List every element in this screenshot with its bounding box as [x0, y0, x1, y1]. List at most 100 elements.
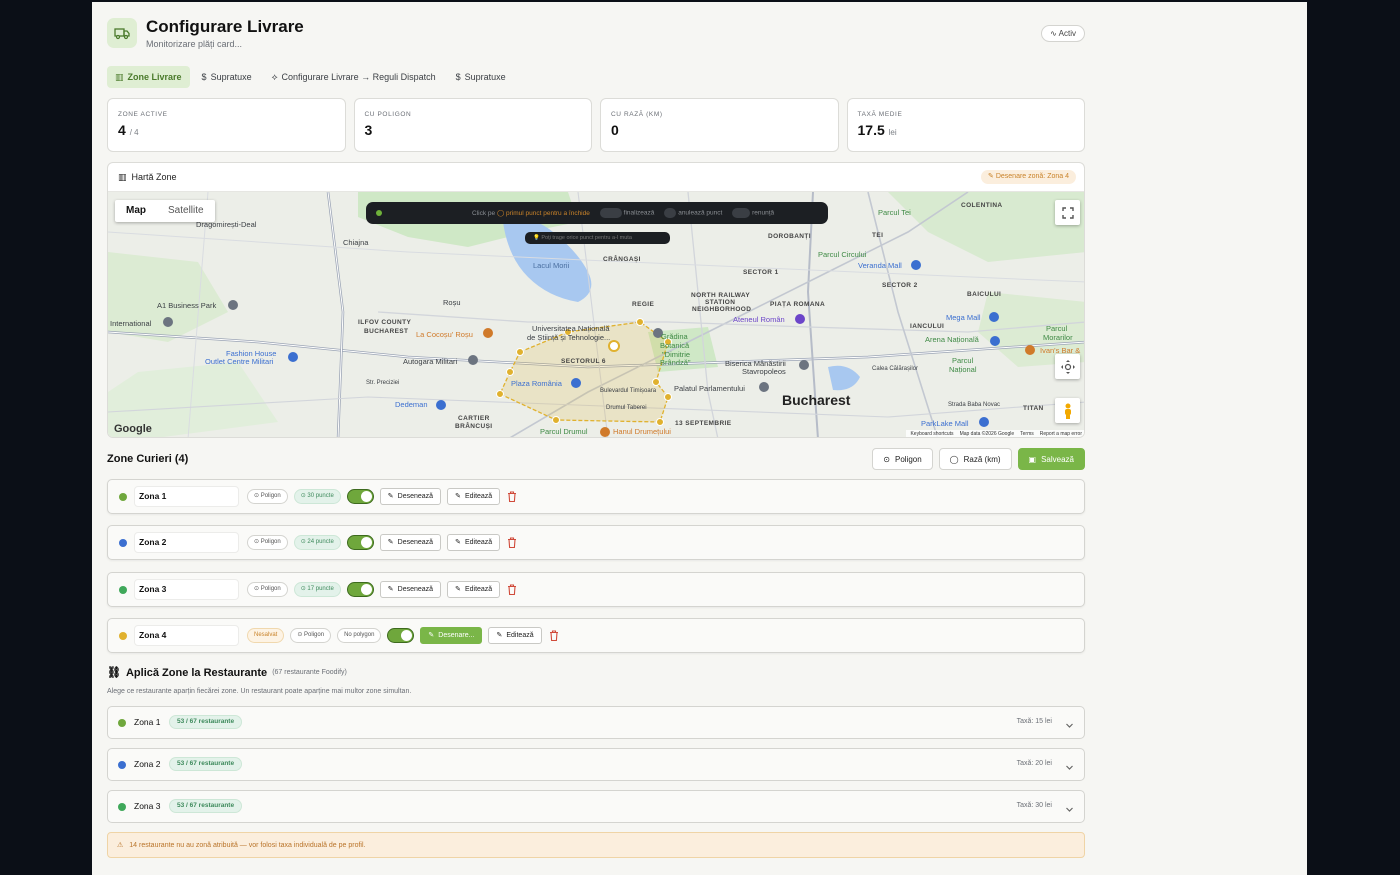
map-type-map[interactable]: Map — [115, 200, 157, 222]
map-label: COLENTINA — [961, 202, 1003, 209]
apply-row[interactable]: Zona 3 53 / 67 restaurante Taxă: 30 lei — [107, 790, 1085, 823]
map-label: DOROBANȚI — [768, 233, 811, 240]
toggle-pill — [599, 208, 622, 218]
zone-name-input[interactable]: Zona 2 — [134, 532, 239, 553]
map-label: TITAN — [1023, 405, 1044, 412]
stat-value: 0 — [611, 122, 828, 138]
zone-color-dot — [118, 803, 126, 811]
map-label: Palatul Parlamentului — [674, 384, 745, 393]
map-label: SECTOR 2 — [882, 282, 918, 289]
zone-color-dot — [119, 493, 127, 501]
apply-zone-name: Zona 2 — [134, 759, 161, 769]
stat-number: 0 — [611, 122, 619, 138]
edit-button[interactable]: ✎ Editează — [447, 581, 501, 598]
map-label: ParkLake Mall — [921, 419, 969, 428]
zone-tax: Taxă: 20 lei — [1016, 760, 1052, 767]
finish-action[interactable]: finalizează — [599, 208, 654, 218]
tab-reguli-dispatch[interactable]: ⟡ Configurare Livrare → Reguli Dispatch — [264, 66, 444, 88]
circle-icon: ◯ — [496, 210, 505, 217]
zone-type-chip: ⊙ Poligon — [247, 535, 288, 550]
map-label: Outlet Centre Militari — [205, 357, 274, 366]
zone-type-chip: ⊙ Poligon — [290, 628, 332, 643]
map-label: Parcul — [1046, 324, 1068, 333]
zone-active-toggle[interactable] — [387, 628, 415, 643]
map-label: Plaza România — [511, 379, 562, 388]
map-card-header: ▥ Hartă Zone — [108, 163, 1084, 192]
map-label: CARTIER — [458, 415, 490, 422]
camera-control-icon[interactable] — [1055, 354, 1080, 379]
pencil-icon: ✎ — [387, 586, 394, 593]
pencil-icon: ✎ — [387, 493, 394, 500]
terms-link[interactable]: Terms — [1020, 430, 1034, 437]
map-label: Veranda Mall — [858, 261, 902, 270]
trash-icon[interactable] — [506, 584, 518, 596]
tab-supratuxe-2[interactable]: $ Supratuxe — [448, 66, 514, 88]
report-error-link[interactable]: Report a map error — [1040, 430, 1082, 437]
zones-header: Zone Curieri (4) ⊙ Poligon ◯ Rază (km) ▣ Sa… — [107, 448, 1085, 472]
add-polygon-button[interactable]: ⊙ Poligon — [872, 448, 933, 470]
zone-name-input[interactable]: Zona 3 — [134, 579, 239, 600]
apply-row[interactable]: Zona 2 53 / 67 restaurante Taxă: 20 lei — [107, 748, 1085, 781]
cancel-label: renunță — [752, 209, 775, 217]
edit-button[interactable]: ✎ Editează — [447, 488, 501, 505]
stat-value: 4 / 4 — [118, 122, 335, 138]
warning-text: 14 restaurante nu au zonă atribuită — vo… — [129, 841, 366, 849]
trash-icon[interactable] — [506, 491, 518, 503]
zone-controls: ⊙ Poligon ⊙ 30 puncte ✎ Desenează ✎ Editea… — [247, 488, 518, 505]
fullscreen-icon[interactable] — [1055, 200, 1080, 225]
pin-icon: ⊙ — [883, 454, 890, 464]
map-label: BRÂNCUȘI — [455, 423, 493, 430]
zone-controls: ⊙ Poligon ⊙ 17 puncte ✎ Desenează ✎ Editea… — [247, 581, 518, 598]
chevron-down-icon[interactable] — [1065, 801, 1074, 819]
toggle-pill — [732, 208, 751, 218]
app-page: Configurare Livrare Monitorizare plăți c… — [92, 2, 1307, 875]
trash-icon[interactable] — [506, 537, 518, 549]
undo-action[interactable]: anulează punct — [664, 208, 722, 218]
draw-button[interactable]: ✎ Desenează — [379, 581, 442, 598]
tab-zone-livrare[interactable]: ▥ Zone Livrare — [107, 66, 190, 88]
stat-taxa-medie: TAXĂ MEDIE 17.5 lei — [846, 98, 1085, 152]
draw-button[interactable]: ✎ Desenează — [379, 534, 442, 551]
zone-points-label: 24 puncte — [307, 539, 334, 545]
zone-name-input[interactable]: Zona 1 — [134, 486, 239, 507]
stat-cu-poligon: CU POLIGON 3 — [353, 98, 592, 152]
tab-supratuxe[interactable]: $ Supratuxe — [194, 66, 260, 88]
map-canvas[interactable]: Dragomirești-Deal Chiajna Roșu A1 Busine… — [108, 192, 1084, 437]
map-label: STATION — [705, 299, 736, 306]
map-label: Hanul Drumețului — [613, 427, 671, 436]
zone-controls: Nesalvat ⊙ Poligon No polygon ✎ Desenare.… — [247, 627, 560, 644]
zone-active-toggle[interactable] — [346, 535, 374, 550]
zone-active-toggle[interactable] — [346, 582, 374, 597]
map-label: NORTH RAILWAY — [691, 292, 751, 299]
pulse-icon: ∿ — [1050, 29, 1057, 38]
stat-label: CU POLIGON — [364, 111, 412, 118]
apply-row[interactable]: Zona 1 53 / 67 restaurante Taxă: 15 lei — [107, 706, 1085, 739]
cancel-action[interactable]: renunță — [732, 208, 774, 218]
zone-name-input[interactable]: Zona 4 — [134, 625, 239, 646]
chevron-down-icon[interactable] — [1065, 759, 1074, 777]
keyboard-shortcuts-link[interactable]: Keyboard shortcuts — [910, 430, 953, 437]
map-label: International — [110, 319, 152, 328]
stats-row: ZONE ACTIVE 4 / 4 CU POLIGON 3 CU RAZĂ (… — [107, 98, 1085, 152]
map-icon: ▥ — [118, 171, 127, 182]
map-label: Roșu — [443, 298, 461, 307]
map-label: Chiajna — [343, 238, 369, 247]
pencil-icon: ✎ — [387, 539, 394, 546]
chevron-down-icon[interactable] — [1065, 717, 1074, 735]
pencil-icon: ✎ — [455, 586, 461, 593]
pencil-icon: ✎ — [988, 173, 994, 180]
map-label: Str. Preciziei — [366, 380, 400, 386]
trash-icon[interactable] — [548, 630, 560, 642]
draw-button[interactable]: ✎ Desenare... — [420, 627, 483, 644]
zone-type-label: Poligon — [304, 632, 325, 638]
map-type-satellite[interactable]: Satellite — [157, 200, 215, 222]
add-radius-button[interactable]: ◯ Rază (km) — [938, 448, 1012, 470]
add-polygon-label: Poligon — [894, 454, 922, 464]
pegman-icon[interactable] — [1055, 398, 1080, 423]
save-button[interactable]: ▣ Salvează — [1017, 448, 1085, 470]
edit-button[interactable]: ✎ Editează — [488, 627, 542, 644]
tab-label: Supratuxe — [210, 72, 252, 82]
draw-button[interactable]: ✎ Desenează — [379, 488, 442, 505]
zone-active-toggle[interactable] — [346, 489, 374, 504]
edit-button[interactable]: ✎ Editează — [447, 534, 501, 551]
